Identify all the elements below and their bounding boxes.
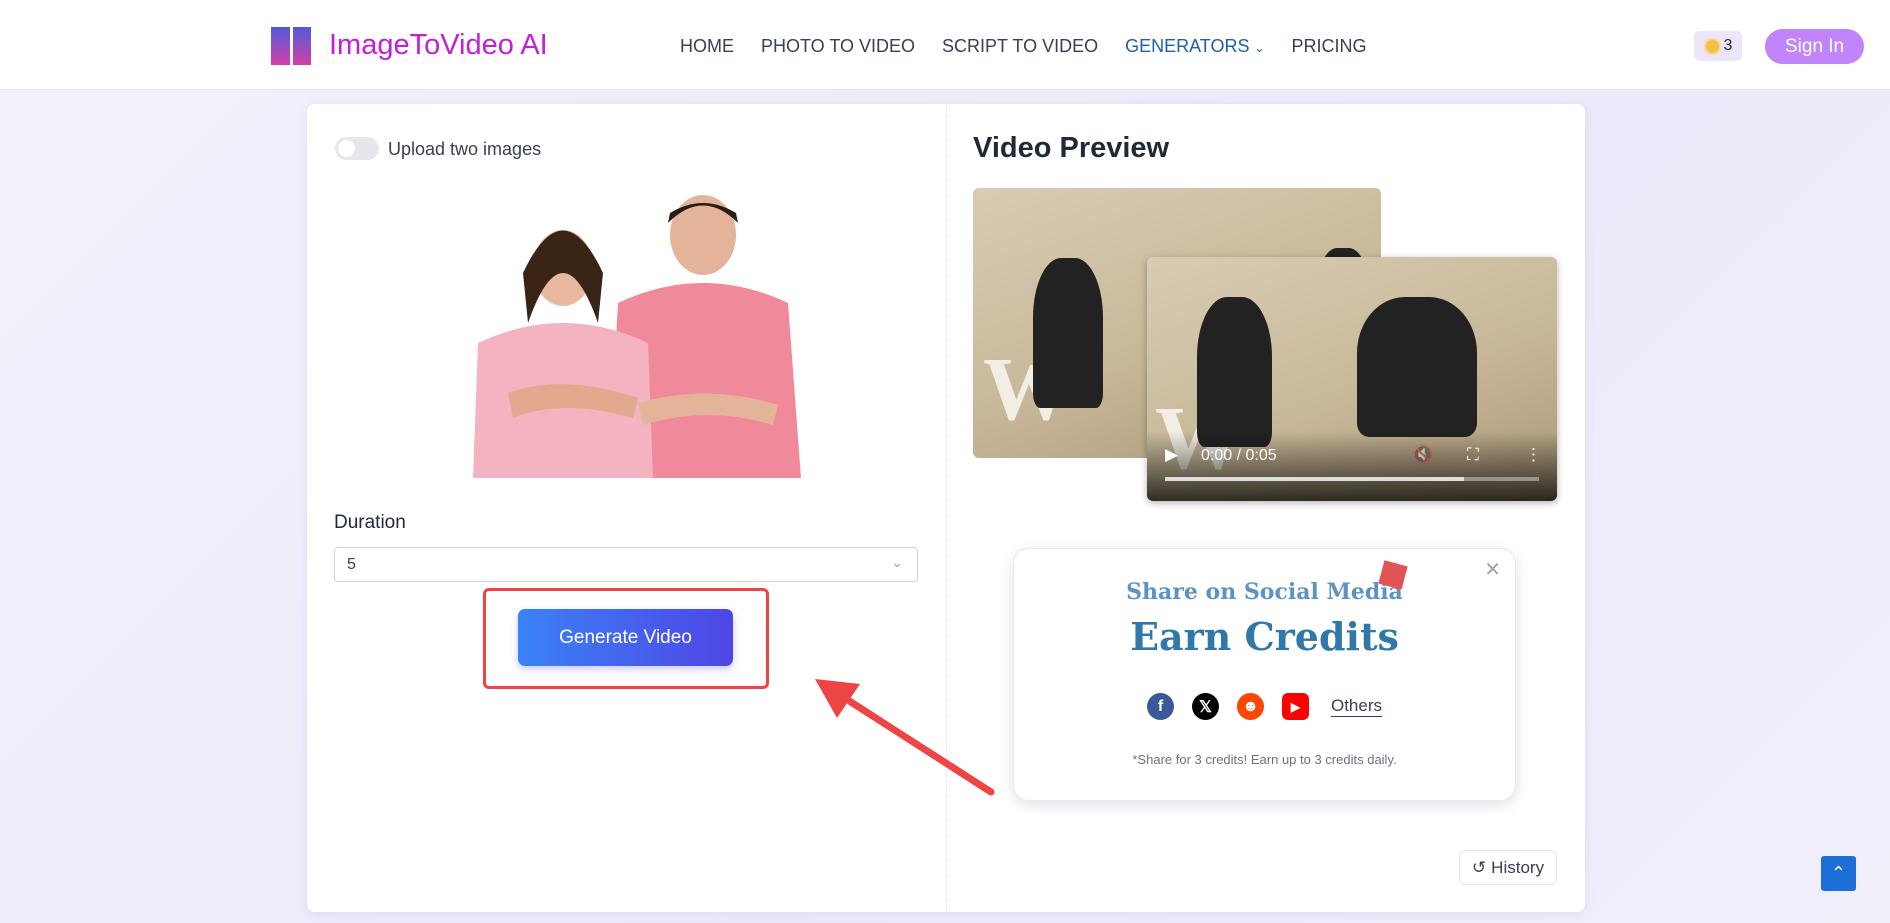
popup-subtitle: Share on Social Media	[1126, 579, 1403, 605]
facebook-icon[interactable]: f	[1146, 693, 1174, 720]
others-link[interactable]: Others	[1330, 696, 1383, 717]
more-options-icon[interactable]: ⋮	[1525, 445, 1542, 465]
video-time: 0:00 / 0:05	[1201, 447, 1277, 464]
play-icon[interactable]: ▶	[1165, 445, 1178, 465]
mute-icon[interactable]: 🔇	[1412, 445, 1433, 465]
history-label: History	[1491, 857, 1545, 877]
share-credits-popup: ✕ Share on Social Media Earn Credits f 𝕏…	[1013, 548, 1516, 801]
social-share-row: f 𝕏 ☻ ▶ Others	[1014, 693, 1515, 720]
popup-note: *Share for 3 credits! Earn up to 3 credi…	[1132, 752, 1397, 767]
fullscreen-icon[interactable]: ⛶	[1467, 445, 1479, 465]
scroll-to-top-button[interactable]: ⌃	[1821, 856, 1856, 891]
popup-title: Earn Credits	[1130, 614, 1399, 659]
history-button[interactable]: ↺ History	[1459, 850, 1557, 885]
x-icon[interactable]: 𝕏	[1191, 693, 1219, 720]
chevron-up-icon: ⌃	[1830, 863, 1847, 883]
history-icon: ↺	[1471, 857, 1487, 877]
video-player[interactable]: W ▶ 0:00 / 0:05 🔇 ⛶ ⋮	[1147, 257, 1557, 501]
reddit-icon[interactable]: ☻	[1236, 693, 1264, 720]
youtube-icon[interactable]: ▶	[1281, 693, 1309, 720]
annotation-arrow	[815, 679, 995, 796]
video-controls: ▶ 0:00 / 0:05 🔇 ⛶ ⋮	[1147, 431, 1557, 501]
video-preview-title: Video Preview	[973, 132, 1170, 164]
video-progress-bar[interactable]	[1165, 477, 1539, 481]
